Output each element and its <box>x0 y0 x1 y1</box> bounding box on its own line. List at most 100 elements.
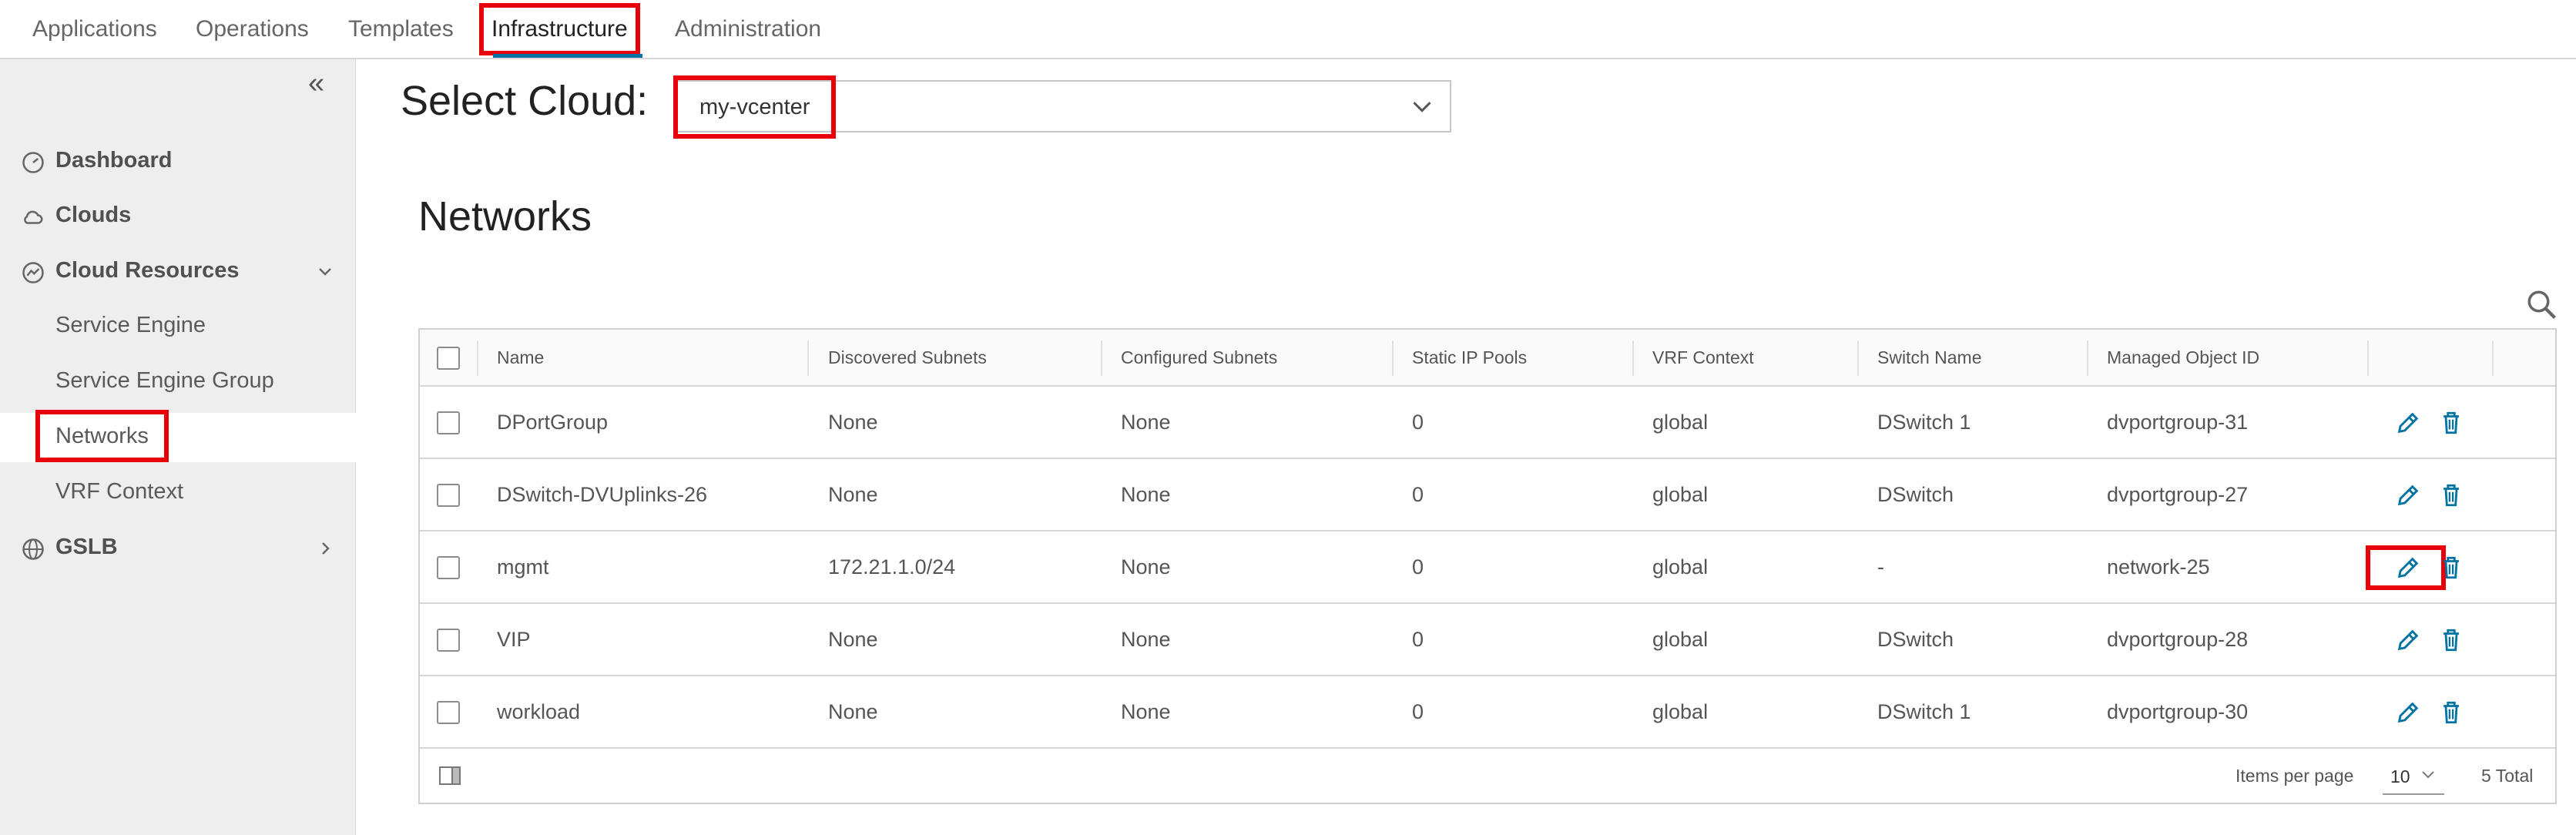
column-header-vrf-context[interactable]: VRF Context <box>1652 330 1754 385</box>
cell-managed-object-id: network-25 <box>2107 555 2210 578</box>
delete-icon[interactable] <box>2438 555 2464 581</box>
tab-operations[interactable]: Operations <box>196 0 309 59</box>
items-per-page-select[interactable]: 10 <box>2383 760 2444 795</box>
cell-discovered-subnets: 172.21.1.0/24 <box>828 555 956 578</box>
search-icon[interactable] <box>2525 288 2558 320</box>
networks-table: Name Discovered Subnets Configured Subne… <box>418 328 2557 804</box>
cell-switch-name: DSwitch <box>1877 482 1954 506</box>
row-checkbox[interactable] <box>437 701 460 724</box>
items-per-page-value: 10 <box>2390 766 2410 786</box>
chevron-right-icon <box>322 542 330 555</box>
select-cloud-label: Select Cloud: <box>401 78 649 124</box>
cell-switch-name: - <box>1877 555 1884 578</box>
cell-managed-object-id: dvportgroup-30 <box>2107 699 2249 723</box>
cloud-icon <box>24 210 43 224</box>
cell-static-ip-pools: 0 <box>1412 555 1424 578</box>
sidebar-item-cloud-resources[interactable]: Cloud Resources <box>0 247 356 297</box>
cloud-select[interactable]: my-vcenter <box>673 75 1451 139</box>
cell-managed-object-id: dvportgroup-31 <box>2107 410 2249 434</box>
cell-discovered-subnets: None <box>828 410 878 434</box>
collapse-sidebar-icon[interactable]: « <box>308 67 324 100</box>
sidebar-item-label: GSLB <box>55 535 118 559</box>
cell-configured-subnets: None <box>1121 410 1171 434</box>
column-header-discovered-subnets[interactable]: Discovered Subnets <box>828 330 987 385</box>
cloud-select-value: my-vcenter <box>673 75 837 139</box>
sidebar-item-label: Networks <box>35 410 169 462</box>
select-all-checkbox[interactable] <box>437 347 460 370</box>
row-checkbox[interactable] <box>437 556 460 579</box>
chevron-down-icon <box>319 268 331 276</box>
table-row: DPortGroup None None 0 global DSwitch 1 … <box>420 387 2555 459</box>
column-toggle-icon[interactable] <box>438 766 461 786</box>
cell-configured-subnets: None <box>1121 555 1171 578</box>
cell-managed-object-id: dvportgroup-28 <box>2107 627 2249 651</box>
row-checkbox[interactable] <box>437 411 460 434</box>
cell-switch-name: DSwitch 1 <box>1877 410 1971 434</box>
delete-icon[interactable] <box>2438 627 2464 653</box>
column-header-static-ip-pools[interactable]: Static IP Pools <box>1412 330 1527 385</box>
sidebar-item-gslb[interactable]: GSLB <box>0 524 356 573</box>
sidebar-item-clouds[interactable]: Clouds <box>0 192 356 241</box>
cell-vrf-context: global <box>1652 627 1709 651</box>
column-header-name[interactable]: Name <box>497 330 544 385</box>
delete-icon[interactable] <box>2438 482 2464 508</box>
edit-icon[interactable] <box>2395 555 2421 581</box>
cell-configured-subnets: None <box>1121 627 1171 651</box>
table-row: workload None None 0 global DSwitch 1 dv… <box>420 676 2555 749</box>
sidebar-item-label: Dashboard <box>55 148 173 173</box>
cell-configured-subnets: None <box>1121 699 1171 723</box>
sidebar-item-service-engine-group[interactable]: Service Engine Group <box>0 357 356 407</box>
globe-icon <box>22 538 44 560</box>
sidebar-item-vrf-context[interactable]: VRF Context <box>0 468 356 518</box>
cell-name: mgmt <box>497 555 549 578</box>
cell-name: DPortGroup <box>497 410 609 434</box>
table-row: DSwitch-DVUplinks-26 None None 0 global … <box>420 459 2555 532</box>
table-footer: Items per page 10 5 Total <box>420 749 2555 803</box>
chevron-down-icon <box>2422 771 2434 779</box>
cell-name: DSwitch-DVUplinks-26 <box>497 482 708 506</box>
tab-administration[interactable]: Administration <box>675 0 821 59</box>
top-navigation: Applications Operations Templates Infras… <box>0 0 2576 59</box>
cell-static-ip-pools: 0 <box>1412 482 1424 506</box>
edit-icon[interactable] <box>2395 410 2421 436</box>
active-tab-indicator <box>493 54 642 58</box>
sidebar-item-label: Cloud Resources <box>55 258 240 283</box>
dashboard-icon <box>22 152 44 173</box>
row-checkbox[interactable] <box>437 629 460 652</box>
edit-button-highlighted[interactable] <box>2366 545 2446 590</box>
cell-discovered-subnets: None <box>828 627 878 651</box>
column-header-configured-subnets[interactable]: Configured Subnets <box>1121 330 1277 385</box>
cell-vrf-context: global <box>1652 482 1709 506</box>
chevron-down-icon <box>1413 102 1431 112</box>
tab-infrastructure[interactable]: Infrastructure <box>479 3 640 55</box>
sidebar-item-dashboard[interactable]: Dashboard <box>0 137 356 186</box>
column-header-switch-name[interactable]: Switch Name <box>1877 330 1981 385</box>
edit-icon[interactable] <box>2395 482 2421 508</box>
cell-switch-name: DSwitch <box>1877 627 1954 651</box>
cell-static-ip-pools: 0 <box>1412 699 1424 723</box>
table-row: mgmt 172.21.1.0/24 None 0 global - netwo… <box>420 532 2555 604</box>
sidebar: « Dashboard Clouds Cloud Resources Servi… <box>0 59 356 835</box>
tab-templates[interactable]: Templates <box>348 0 454 59</box>
cell-static-ip-pools: 0 <box>1412 627 1424 651</box>
tab-applications[interactable]: Applications <box>32 0 157 59</box>
delete-icon[interactable] <box>2438 699 2464 726</box>
total-count: 5 Total <box>2481 766 2534 786</box>
cell-configured-subnets: None <box>1121 482 1171 506</box>
column-header-managed-object-id[interactable]: Managed Object ID <box>2107 330 2259 385</box>
edit-icon[interactable] <box>2395 699 2421 726</box>
delete-icon[interactable] <box>2438 410 2464 436</box>
cell-managed-object-id: dvportgroup-27 <box>2107 482 2249 506</box>
sidebar-item-label: Service Engine <box>55 313 206 337</box>
cell-name: VIP <box>497 627 531 651</box>
cell-vrf-context: global <box>1652 555 1709 578</box>
table-row: VIP None None 0 global DSwitch dvportgro… <box>420 604 2555 676</box>
cell-vrf-context: global <box>1652 410 1709 434</box>
cell-vrf-context: global <box>1652 699 1709 723</box>
row-checkbox[interactable] <box>437 484 460 507</box>
cell-static-ip-pools: 0 <box>1412 410 1424 434</box>
sidebar-item-networks[interactable]: Networks <box>0 410 356 462</box>
sidebar-item-service-engine[interactable]: Service Engine <box>0 302 356 351</box>
edit-icon[interactable] <box>2395 627 2421 653</box>
resources-icon <box>22 262 44 283</box>
